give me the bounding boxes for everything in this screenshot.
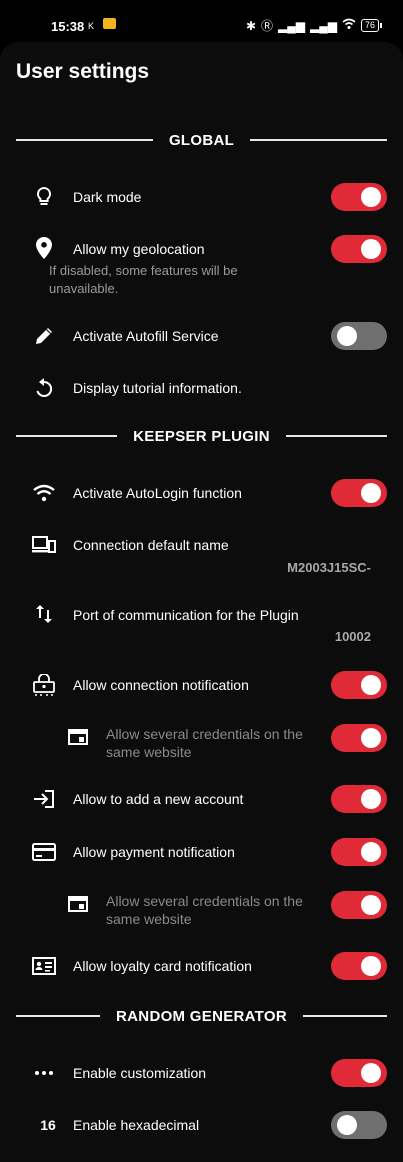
payment-notification-toggle[interactable] — [331, 838, 387, 866]
connection-notification-label: Allow connection notification — [73, 677, 249, 693]
setting-tutorial[interactable]: Display tutorial information. — [0, 374, 403, 402]
status-bar: 15:38 K ✱ Ⓡ ▂▄▆ ▂▄▆ 76 — [0, 0, 403, 44]
hexadecimal-label: Enable hexadecimal — [73, 1117, 200, 1133]
several-credentials-connection-toggle[interactable] — [331, 724, 387, 752]
hexadecimal-16-icon: 16 — [40, 1117, 56, 1133]
autofill-toggle[interactable] — [331, 322, 387, 350]
divider — [250, 139, 388, 141]
divider — [16, 139, 153, 141]
setting-payment-notification: Allow payment notification — [0, 838, 403, 866]
setting-connection-name[interactable]: Connection default name M2003J15SC- — [0, 533, 403, 581]
status-time: 15:38 — [51, 19, 85, 34]
add-account-label: Allow to add a new account — [73, 791, 244, 807]
pencil-icon — [32, 324, 56, 348]
customization-label: Enable customization — [73, 1065, 207, 1081]
setting-several-credentials-connection: Allow several credentials on the same we… — [0, 723, 403, 763]
bluetooth-icon: ✱ — [245, 18, 257, 33]
several-credentials-payment-toggle[interactable] — [331, 891, 387, 919]
autofill-label: Activate Autofill Service — [73, 328, 219, 344]
geolocation-label: Allow my geolocation — [73, 241, 205, 257]
setting-dark-mode: Dark mode — [0, 183, 403, 211]
window-icon — [66, 725, 90, 749]
lightbulb-icon — [32, 185, 56, 209]
signal-icon: ▂▄▆ — [278, 18, 306, 33]
connection-name-label: Connection default name — [73, 537, 229, 553]
setting-several-credentials-payment: Allow several credentials on the same we… — [0, 890, 403, 930]
more-dots-icon — [32, 1061, 56, 1085]
registered-icon: Ⓡ — [261, 19, 274, 33]
login-icon — [32, 787, 56, 811]
payment-notification-label: Allow payment notification — [73, 844, 235, 860]
setting-customization: Enable customization — [0, 1059, 403, 1087]
geolocation-description-line1: If disabled, some features will be — [49, 263, 238, 278]
several-credentials-line2: same website — [106, 911, 192, 927]
tutorial-label: Display tutorial information. — [73, 380, 242, 396]
connection-name-value: M2003J15SC- — [287, 560, 371, 575]
setting-port[interactable]: Port of communication for the Plugin 100… — [0, 602, 403, 650]
autologin-label: Activate AutoLogin function — [73, 485, 242, 501]
several-credentials-line1: Allow several credentials on the — [106, 726, 303, 742]
autologin-toggle[interactable] — [331, 479, 387, 507]
restart-icon — [32, 376, 56, 400]
setting-hexadecimal: 16 Enable hexadecimal — [0, 1111, 403, 1139]
setting-add-account: Allow to add a new account — [0, 785, 403, 813]
section-header-keepser-plugin: KEEPSER PLUGIN — [16, 426, 388, 446]
page-title: User settings — [16, 60, 150, 83]
divider — [285, 435, 388, 437]
window-icon — [66, 892, 90, 916]
connection-notification-toggle[interactable] — [331, 671, 387, 699]
hexadecimal-toggle[interactable] — [331, 1111, 387, 1139]
setting-autofill: Activate Autofill Service — [0, 322, 403, 350]
section-title: GLOBAL — [168, 131, 235, 149]
section-header-global: GLOBAL — [16, 130, 388, 150]
section-title: RANDOM GENERATOR — [116, 1007, 287, 1025]
add-account-toggle[interactable] — [331, 785, 387, 813]
wifi-status-icon — [342, 18, 356, 33]
loyalty-card-notification-toggle[interactable] — [331, 952, 387, 980]
status-k-glyph: K — [88, 21, 95, 31]
dark-mode-toggle[interactable] — [331, 183, 387, 211]
credit-card-icon — [32, 840, 56, 864]
divider — [16, 435, 118, 437]
several-credentials-line2: same website — [106, 744, 192, 760]
section-header-random-generator: RANDOM GENERATOR — [16, 1006, 388, 1026]
port-label: Port of communication for the Plugin — [73, 607, 299, 623]
divider — [302, 1015, 388, 1017]
loyalty-card-notification-label: Allow loyalty card notification — [73, 958, 252, 974]
gmail-notification-icon — [103, 18, 116, 29]
geolocation-description-line2: unavailable. — [49, 281, 119, 296]
customization-toggle[interactable] — [331, 1059, 387, 1087]
setting-geolocation: Allow my geolocation If disabled, some f… — [0, 235, 403, 299]
location-pin-icon — [32, 236, 56, 260]
lock-icon — [32, 673, 56, 697]
setting-connection-notification: Allow connection notification — [0, 671, 403, 699]
section-title: KEEPSER PLUGIN — [133, 427, 270, 445]
dark-mode-label: Dark mode — [73, 189, 142, 205]
divider — [16, 1015, 101, 1017]
setting-loyalty-card-notification: Allow loyalty card notification — [0, 952, 403, 980]
battery-icon: 76 — [360, 19, 383, 32]
swap-arrows-icon — [32, 602, 56, 626]
status-icons: ✱ Ⓡ ▂▄▆ ▂▄▆ 76 — [245, 17, 383, 34]
port-value: 10002 — [334, 629, 371, 644]
geolocation-toggle[interactable] — [331, 235, 387, 263]
id-card-icon — [32, 954, 56, 978]
wifi-icon — [32, 481, 56, 505]
signal-icon-2: ▂▄▆ — [310, 18, 337, 33]
setting-autologin: Activate AutoLogin function — [0, 479, 403, 507]
devices-icon — [32, 533, 56, 557]
several-credentials-line1: Allow several credentials on the — [106, 893, 303, 909]
